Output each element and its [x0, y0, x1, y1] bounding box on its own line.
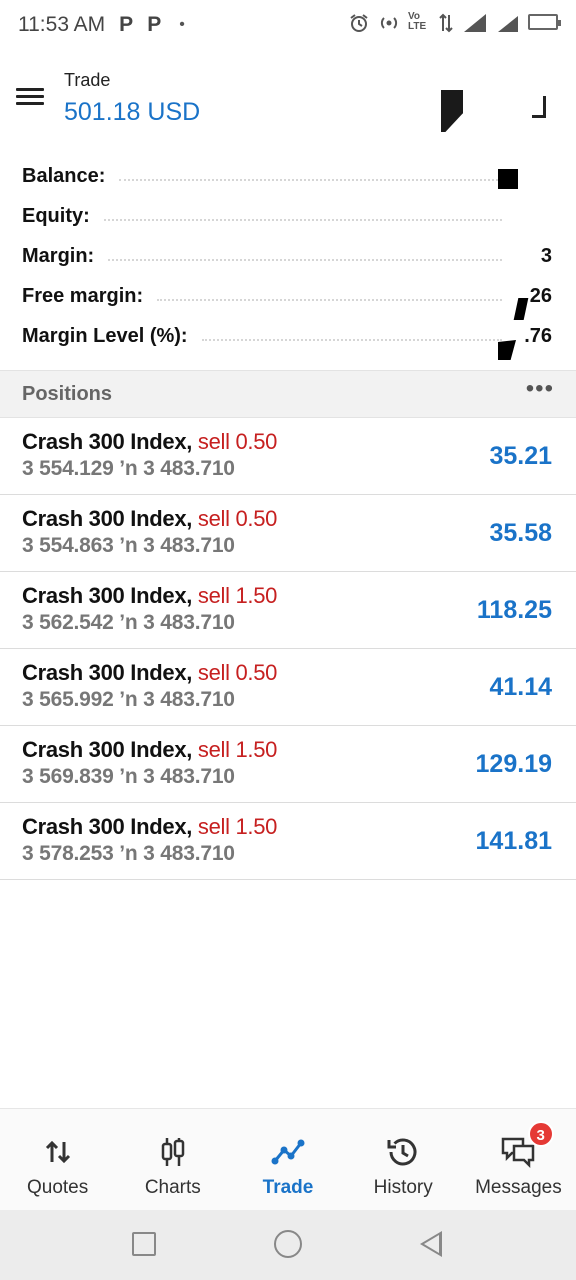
position-row[interactable]: Crash 300 Index, sell 0.50 3 554.129 ’n … — [0, 418, 576, 495]
position-side: sell 0.50 — [197, 506, 278, 531]
positions-header: Positions ••• — [0, 370, 576, 418]
position-profit: 41.14 — [489, 673, 552, 701]
redaction-mark — [441, 90, 463, 132]
balance-row: Balance: — [0, 156, 576, 196]
margin-level-value: .76 — [524, 324, 552, 347]
quotes-arrows-icon — [40, 1135, 76, 1169]
notification-dot-icon: • — [179, 16, 185, 33]
messages-badge: 3 — [527, 1121, 554, 1147]
position-side: sell 1.50 — [197, 737, 278, 762]
position-symbol: Crash 300 Index, — [22, 814, 193, 839]
signal-icon-2 — [496, 12, 520, 32]
position-symbol: Crash 300 Index, — [22, 506, 193, 531]
app-header: Trade 501.18 USD — [0, 58, 576, 144]
free-margin-row: Free margin: 26 — [0, 276, 576, 320]
notification-p-icon: P — [147, 13, 162, 36]
signal-icon — [462, 12, 488, 32]
nav-trade[interactable]: Trade — [230, 1109, 345, 1210]
dotted-leader — [119, 179, 502, 181]
position-side: sell 0.50 — [197, 429, 278, 454]
redaction-mark — [532, 96, 546, 118]
history-clock-icon — [385, 1135, 421, 1169]
status-time: 11:53 AM — [18, 13, 106, 36]
margin-value: 3 — [540, 244, 552, 267]
position-prices: 3 554.129 ’n 3 483.710 — [22, 457, 235, 480]
recents-icon[interactable] — [132, 1232, 156, 1256]
positions-list: Crash 300 Index, sell 0.50 3 554.129 ’n … — [0, 418, 576, 880]
nav-trade-label: Trade — [262, 1177, 314, 1198]
alarm-icon — [348, 12, 370, 32]
dotted-leader — [157, 299, 502, 301]
nav-history[interactable]: History — [346, 1109, 461, 1210]
position-row[interactable]: Crash 300 Index, sell 0.50 3 565.992 ’n … — [0, 649, 576, 726]
position-profit: 141.81 — [475, 827, 552, 855]
position-prices: 3 569.839 ’n 3 483.710 — [22, 765, 235, 788]
position-prices: 3 562.542 ’n 3 483.710 — [22, 611, 235, 634]
nav-messages-label: Messages — [475, 1177, 562, 1198]
back-icon[interactable] — [420, 1231, 442, 1257]
nav-charts[interactable]: Charts — [115, 1109, 230, 1210]
position-side: sell 1.50 — [197, 583, 278, 608]
page-title: Trade — [64, 70, 111, 90]
position-prices: 3 565.992 ’n 3 483.710 — [22, 688, 235, 711]
nav-quotes-label: Quotes — [26, 1177, 89, 1198]
nav-messages[interactable]: 3 Messages — [461, 1109, 576, 1210]
data-arrows-icon — [438, 12, 454, 33]
home-icon[interactable] — [274, 1230, 302, 1258]
position-symbol: Crash 300 Index, — [22, 583, 193, 608]
volte-icon: Vo LTE — [408, 11, 427, 32]
position-symbol: Crash 300 Index, — [22, 660, 193, 685]
trade-line-icon — [270, 1135, 306, 1169]
account-summary: Balance: Equity: Margin: 3 Free margin: … — [0, 156, 576, 360]
status-icons: Vo LTE — [348, 11, 561, 33]
candlestick-icon — [155, 1135, 191, 1169]
position-profit: 35.58 — [489, 519, 552, 547]
battery-icon — [528, 14, 561, 30]
position-row[interactable]: Crash 300 Index, sell 1.50 3 569.839 ’n … — [0, 726, 576, 803]
system-nav-bar — [0, 1210, 576, 1280]
more-options-icon[interactable]: ••• — [526, 377, 554, 404]
position-profit: 35.21 — [489, 442, 552, 470]
balance-label: Balance: — [22, 164, 106, 187]
header-balance: 501.18 USD — [64, 98, 201, 126]
status-bar: 11:53 AM P P • Vo LTE — [0, 0, 576, 50]
redaction-mark — [498, 340, 516, 360]
margin-label: Margin: — [22, 244, 95, 267]
dotted-leader — [201, 339, 502, 341]
bottom-nav: Quotes Charts Trade History 3 Messages — [0, 1108, 576, 1210]
position-row[interactable]: Crash 300 Index, sell 1.50 3 578.253 ’n … — [0, 803, 576, 880]
position-profit: 118.25 — [476, 596, 552, 624]
margin-row: Margin: 3 — [0, 236, 576, 276]
position-side: sell 0.50 — [197, 660, 278, 685]
dotted-leader — [108, 259, 502, 261]
equity-row: Equity: — [0, 196, 576, 236]
equity-label: Equity: — [22, 204, 90, 227]
hotspot-icon — [378, 12, 400, 32]
margin-level-label: Margin Level (%): — [22, 324, 188, 347]
position-prices: 3 578.253 ’n 3 483.710 — [22, 842, 235, 865]
free-margin-label: Free margin: — [22, 284, 144, 307]
position-symbol: Crash 300 Index, — [22, 737, 193, 762]
position-row[interactable]: Crash 300 Index, sell 0.50 3 554.863 ’n … — [0, 495, 576, 572]
menu-icon[interactable] — [16, 84, 48, 112]
dotted-leader — [103, 219, 502, 221]
position-prices: 3 554.863 ’n 3 483.710 — [22, 534, 235, 557]
redaction-mark — [498, 169, 518, 189]
position-profit: 129.19 — [475, 750, 552, 778]
nav-charts-label: Charts — [144, 1177, 201, 1198]
nav-history-label: History — [373, 1177, 433, 1198]
notification-p-icon: P — [119, 13, 134, 36]
margin-level-row: Margin Level (%): .76 — [0, 316, 576, 360]
position-row[interactable]: Crash 300 Index, sell 1.50 3 562.542 ’n … — [0, 572, 576, 649]
positions-title: Positions — [22, 382, 113, 405]
nav-quotes[interactable]: Quotes — [0, 1109, 115, 1210]
position-symbol: Crash 300 Index, — [22, 429, 193, 454]
position-side: sell 1.50 — [197, 814, 278, 839]
